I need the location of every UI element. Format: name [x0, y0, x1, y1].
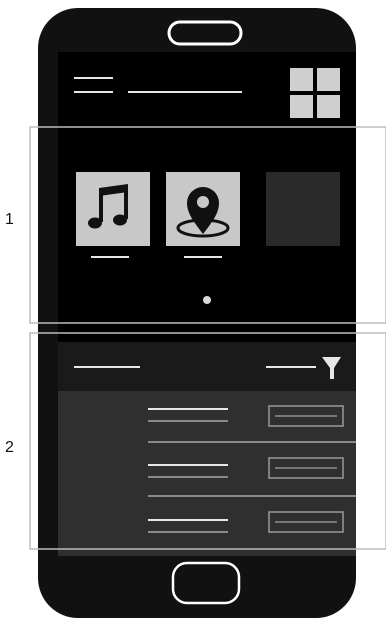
phone-wireframe	[29, 8, 386, 618]
carousel-tile-location[interactable]	[166, 172, 240, 258]
callout-label-2: 2	[5, 439, 14, 456]
earpiece-speaker-icon	[167, 20, 243, 46]
carousel-tile-empty[interactable]	[266, 172, 340, 246]
page-indicator-dot[interactable]	[203, 296, 211, 304]
carousel-tile-music[interactable]	[76, 172, 150, 258]
home-button-icon[interactable]	[171, 561, 241, 605]
callout-label-1: 1	[5, 211, 14, 228]
